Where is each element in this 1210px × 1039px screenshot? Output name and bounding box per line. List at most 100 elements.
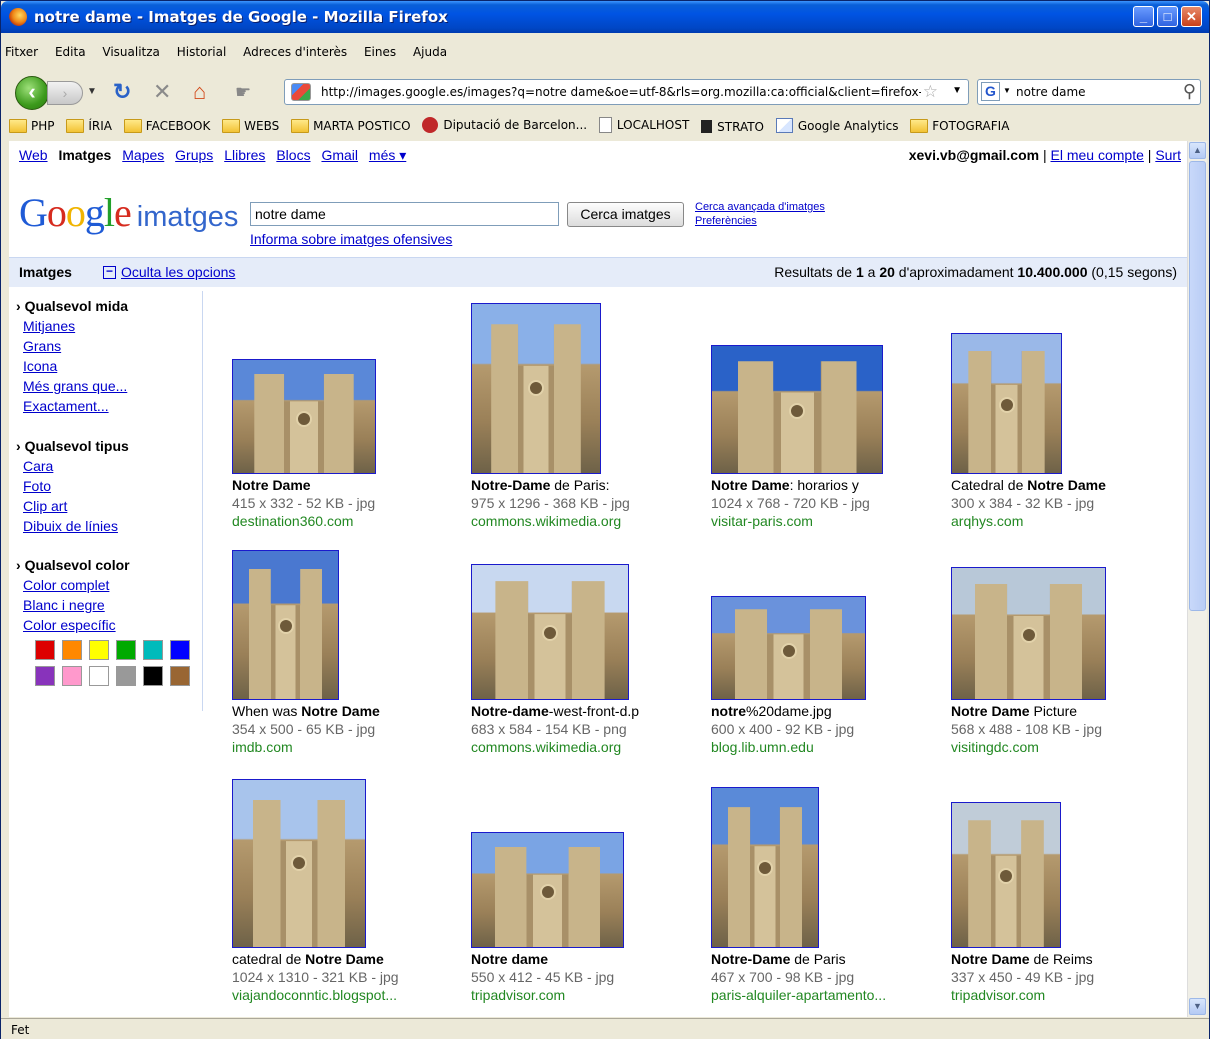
result-title[interactable]: Notre-dame-west-front-d.p <box>471 702 639 720</box>
color-swatch[interactable] <box>89 640 109 660</box>
menu-ajuda[interactable]: Ajuda <box>413 45 447 59</box>
color-swatch[interactable] <box>143 640 163 660</box>
gbar-web[interactable]: Web <box>19 147 48 163</box>
result-thumbnail[interactable] <box>471 303 601 474</box>
bookmark-marta-postico[interactable]: MARTA POSTICO <box>291 119 411 133</box>
bookmark-php[interactable]: PHP <box>9 119 55 133</box>
menu-visualitza[interactable]: Visualitza <box>102 45 160 59</box>
scroll-thumb[interactable] <box>1189 161 1206 611</box>
result-site[interactable]: blog.lib.umn.edu <box>711 738 854 756</box>
result-site[interactable]: tripadvisor.com <box>471 986 614 1004</box>
result-title[interactable]: Catedral de Notre Dame <box>951 476 1106 494</box>
result-title[interactable]: Notre Dame: horarios y <box>711 476 870 494</box>
close-button[interactable]: ✕ <box>1181 6 1202 27</box>
bookmark-google-analytics[interactable]: Google Analytics <box>775 118 898 133</box>
google-engine-icon[interactable]: G <box>981 82 1000 101</box>
filter-item[interactable]: Blanc i negre <box>23 595 130 615</box>
filter-item[interactable]: Mitjanes <box>23 316 128 336</box>
menu-fitxer[interactable]: Fitxer <box>5 45 38 59</box>
vertical-scrollbar[interactable]: ▲ ▼ <box>1187 141 1207 1017</box>
result-title[interactable]: catedral de Notre Dame <box>232 950 399 968</box>
menu-historial[interactable]: Historial <box>177 45 227 59</box>
filter-item[interactable]: Dibuix de línies <box>23 516 129 536</box>
result-thumbnail[interactable] <box>471 832 624 948</box>
magnifier-icon[interactable]: ⚲ <box>1183 81 1196 102</box>
filter-item[interactable]: Cara <box>23 456 129 476</box>
color-swatch[interactable] <box>170 666 190 686</box>
color-swatch[interactable] <box>35 640 55 660</box>
menu-adreces[interactable]: Adreces d'interès <box>243 45 347 59</box>
filter-item[interactable]: Color específic <box>23 615 130 635</box>
signout-link[interactable]: Surt <box>1155 147 1181 163</box>
bookmark-star-icon[interactable]: ☆ <box>923 82 938 102</box>
result-site[interactable]: visitingdc.com <box>951 738 1102 756</box>
result-title[interactable]: Notre-Dame de Paris <box>711 950 886 968</box>
search-bar-input[interactable]: notre dame <box>1016 85 1086 99</box>
result-site[interactable]: viajandoconntic.blogspot... <box>232 986 399 1004</box>
bookmark-webs[interactable]: WEBS <box>222 119 279 133</box>
color-swatch[interactable] <box>35 666 55 686</box>
result-site[interactable]: visitar-paris.com <box>711 512 870 530</box>
gbar-grups[interactable]: Grups <box>175 147 213 163</box>
menu-eines[interactable]: Eines <box>364 45 396 59</box>
result-title[interactable]: Notre Dame <box>232 476 375 494</box>
forward-button[interactable]: › <box>47 81 83 105</box>
home-icon[interactable]: ⌂ <box>193 81 206 103</box>
result-thumbnail[interactable] <box>711 787 819 948</box>
report-offensive-link[interactable]: Informa sobre imatges ofensives <box>250 231 452 247</box>
preferences-link[interactable]: Preferències <box>695 214 825 228</box>
scroll-down-icon[interactable]: ▼ <box>1189 998 1206 1015</box>
result-site[interactable]: paris-alquiler-apartamento... <box>711 986 886 1004</box>
result-site[interactable]: destination360.com <box>232 512 375 530</box>
bookmark-iria[interactable]: ÍRIA <box>66 119 112 133</box>
search-images-button[interactable]: Cerca imatges <box>567 202 684 227</box>
result-thumbnail[interactable] <box>951 802 1061 948</box>
color-swatch[interactable] <box>143 666 163 686</box>
back-button[interactable]: ‹ <box>15 76 49 110</box>
bookmark-strato[interactable]: STRATO <box>701 120 764 134</box>
filter-item[interactable]: Clip art <box>23 496 129 516</box>
filter-item[interactable]: Icona <box>23 356 128 376</box>
color-swatch[interactable] <box>62 666 82 686</box>
scroll-up-icon[interactable]: ▲ <box>1189 142 1206 159</box>
filter-item[interactable]: Color complet <box>23 575 130 595</box>
result-thumbnail[interactable] <box>471 564 629 700</box>
result-title[interactable]: Notre Dame Picture <box>951 702 1102 720</box>
gbar-gmail[interactable]: Gmail <box>321 147 358 163</box>
color-swatch[interactable] <box>116 666 136 686</box>
color-swatch[interactable] <box>89 666 109 686</box>
bookmark-diputacio[interactable]: Diputació de Barcelon... <box>422 117 587 133</box>
color-swatch[interactable] <box>116 640 136 660</box>
address-bar[interactable]: http://images.google.es/images?q=notre d… <box>284 79 969 105</box>
filter-item[interactable]: Exactament... <box>23 396 128 416</box>
result-title[interactable]: Notre-Dame de Paris: <box>471 476 630 494</box>
filter-item[interactable]: Més grans que... <box>23 376 128 396</box>
color-swatch[interactable] <box>170 640 190 660</box>
gbar-mes[interactable]: més ▾ <box>369 147 406 163</box>
minimize-button[interactable]: _ <box>1133 6 1154 27</box>
image-search-input[interactable] <box>250 202 559 226</box>
reload-icon[interactable]: ↻ <box>113 81 131 103</box>
menu-edita[interactable]: Edita <box>55 45 86 59</box>
result-thumbnail[interactable] <box>951 333 1062 474</box>
result-title[interactable]: Notre dame <box>471 950 614 968</box>
result-thumbnail[interactable] <box>232 550 339 700</box>
result-site[interactable]: commons.wikimedia.org <box>471 738 639 756</box>
extension-icon[interactable]: ☛ <box>235 81 251 103</box>
result-title[interactable]: notre%20dame.jpg <box>711 702 854 720</box>
bookmark-facebook[interactable]: FACEBOOK <box>123 119 210 133</box>
gbar-llibres[interactable]: Llibres <box>224 147 265 163</box>
filter-item[interactable]: Foto <box>23 476 129 496</box>
result-site[interactable]: commons.wikimedia.org <box>471 512 630 530</box>
search-bar[interactable]: G ▼ notre dame ⚲ <box>977 79 1201 105</box>
filter-item[interactable]: Grans <box>23 336 128 356</box>
history-dropdown-icon[interactable]: ▼ <box>87 86 97 97</box>
result-thumbnail[interactable] <box>711 596 866 700</box>
collapse-icon[interactable]: − <box>103 265 116 279</box>
result-site[interactable]: tripadvisor.com <box>951 986 1094 1004</box>
result-thumbnail[interactable] <box>711 345 883 474</box>
result-thumbnail[interactable] <box>232 359 376 474</box>
gbar-blocs[interactable]: Blocs <box>276 147 310 163</box>
result-thumbnail[interactable] <box>951 567 1106 700</box>
maximize-button[interactable]: □ <box>1157 6 1178 27</box>
